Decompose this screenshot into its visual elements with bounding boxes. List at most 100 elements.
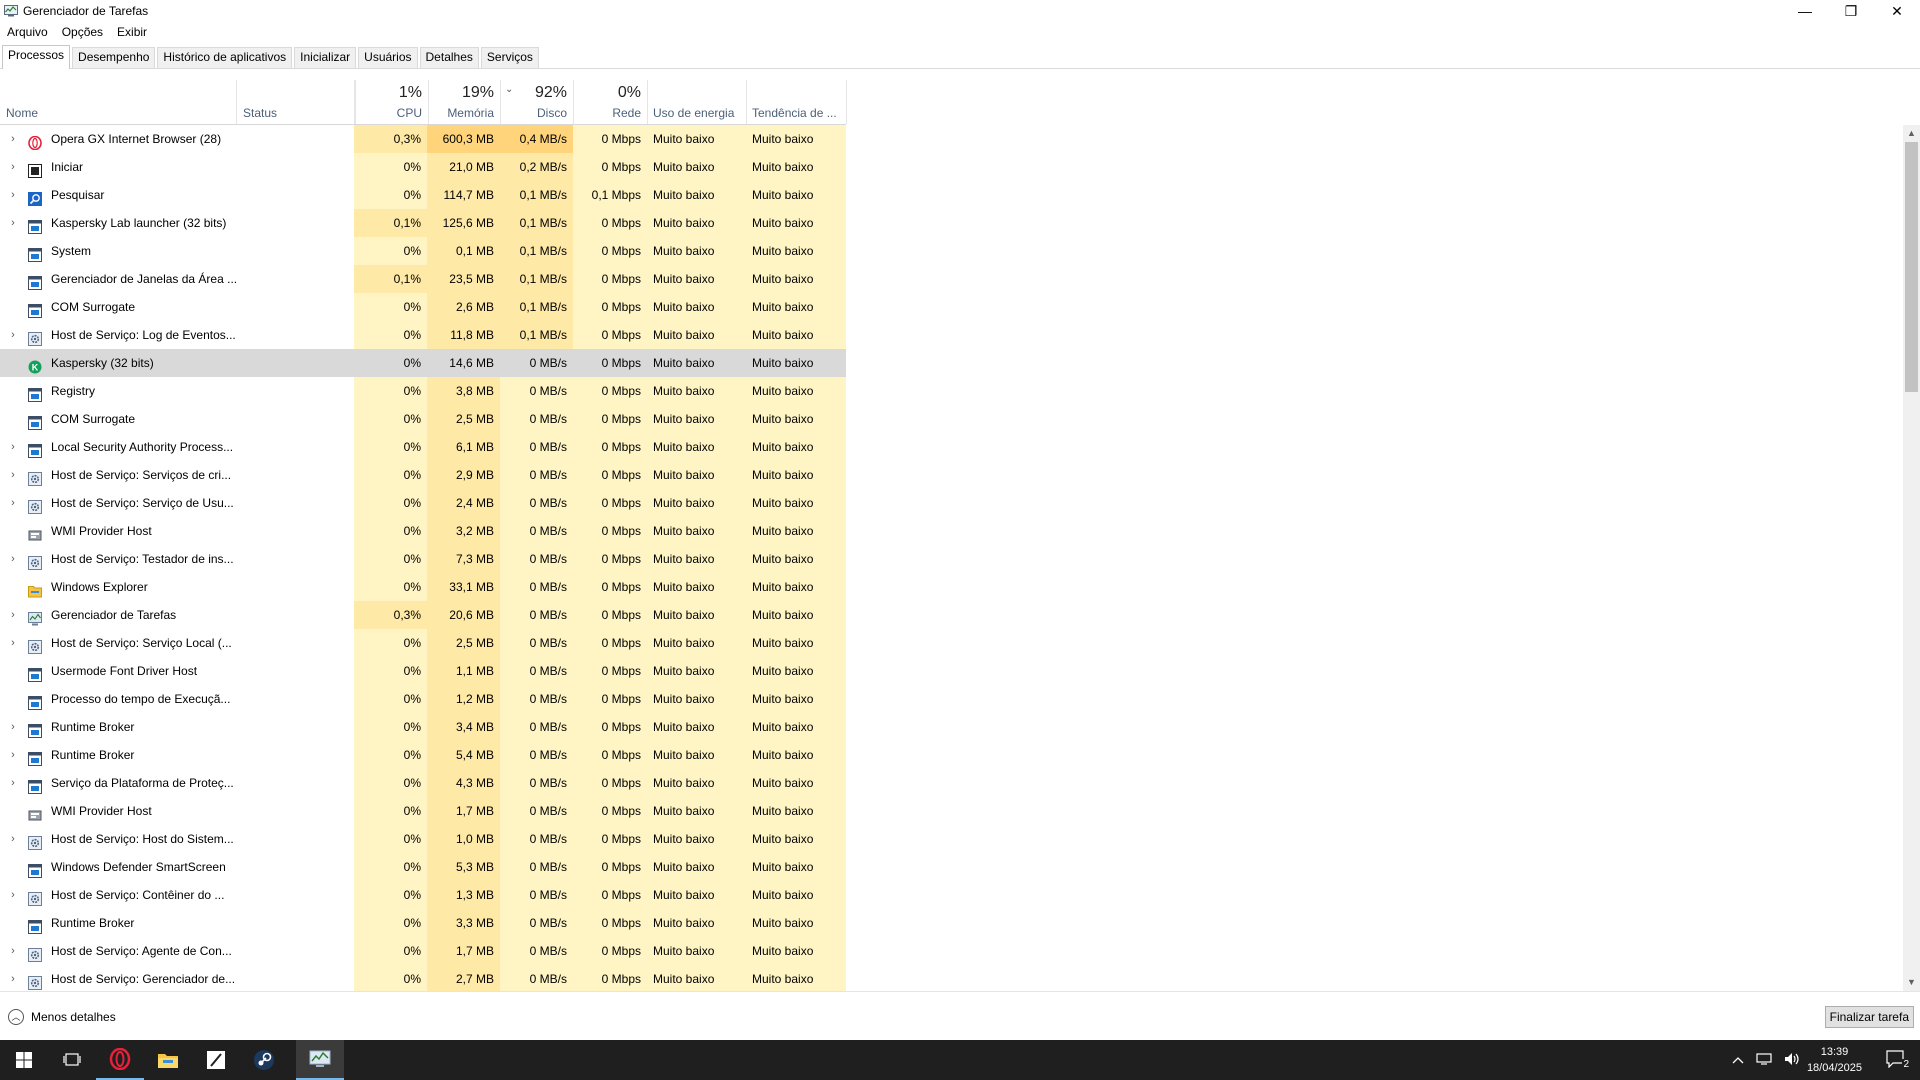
process-row[interactable]: Runtime Broker 0% 3,3 MB 0 MB/s 0 Mbps Muito …: [0, 909, 846, 937]
expand-chevron-right-icon[interactable]: ›: [8, 629, 18, 657]
process-row[interactable]: Windows Explorer 0% 33,1 MB 0 MB/s 0 Mbps Mui…: [0, 573, 846, 601]
minimize-button[interactable]: —: [1782, 0, 1828, 22]
menu-arquivo[interactable]: Arquivo: [0, 25, 55, 39]
scrollbar-thumb[interactable]: [1905, 142, 1918, 392]
header-name[interactable]: Nome: [0, 80, 236, 124]
network-cell: 0 Mbps: [573, 125, 647, 153]
end-task-button[interactable]: Finalizar tarefa: [1824, 1006, 1914, 1028]
steam-icon[interactable]: [240, 1040, 288, 1080]
process-row[interactable]: › Host de Serviço: Gerenciador de... 0% 2,7…: [0, 965, 846, 991]
process-row[interactable]: › Host de Serviço: Serviço de Usu... 0% 2,4…: [0, 489, 846, 517]
header-power[interactable]: Uso de energia: [647, 80, 747, 124]
process-row[interactable]: Gerenciador de Janelas da Área ... 0,1% 23…: [0, 265, 846, 293]
process-row[interactable]: › Host de Serviço: Agente de Con... 0% 1,7 …: [0, 937, 846, 965]
process-row[interactable]: Windows Defender SmartScreen 0% 5,3 MB 0 MB…: [0, 853, 846, 881]
process-row[interactable]: › Iniciar 0% 21,0 MB 0,2 MB/s 0 Mbps Muito bai…: [0, 153, 846, 181]
menu-exibir[interactable]: Exibir: [110, 25, 154, 39]
task-view-icon[interactable]: [48, 1040, 96, 1080]
tab-servicos[interactable]: Serviços: [480, 47, 539, 68]
network-cell: 0 Mbps: [573, 685, 647, 713]
vertical-scrollbar[interactable]: ▲ ▼: [1903, 125, 1920, 991]
header-memory[interactable]: 19% Memória: [427, 80, 501, 124]
file-explorer-icon[interactable]: [144, 1040, 192, 1080]
process-row[interactable]: › Opera GX Internet Browser (28) 0,3% 600,3…: [0, 125, 846, 153]
process-row[interactable]: › Pesquisar 0% 114,7 MB 0,1 MB/s 0,1 Mbps Muit…: [0, 181, 846, 209]
process-row[interactable]: Processo do tempo de Execuçã... 0% 1,2 MB 0…: [0, 685, 846, 713]
expand-chevron-right-icon[interactable]: ›: [8, 181, 18, 209]
gear-icon: [28, 552, 42, 570]
cpu-cell: 0%: [354, 629, 427, 657]
volume-icon[interactable]: [1784, 1052, 1800, 1069]
tab-desempenho[interactable]: Desempenho: [72, 47, 156, 68]
process-name-cell: › Host de Serviço: Host do Sistem...: [0, 825, 354, 853]
tab-processos[interactable]: Processos: [2, 45, 71, 69]
network-icon[interactable]: [1756, 1052, 1772, 1069]
expand-chevron-right-icon[interactable]: ›: [8, 433, 18, 461]
tab-inicializar[interactable]: Inicializar: [294, 47, 357, 68]
expand-chevron-right-icon[interactable]: ›: [8, 713, 18, 741]
notification-center-icon[interactable]: 2: [1886, 1050, 1910, 1070]
process-row[interactable]: › Host de Serviço: Host do Sistem... 0% 1,0…: [0, 825, 846, 853]
expand-chevron-right-icon[interactable]: ›: [8, 741, 18, 769]
process-row[interactable]: › Runtime Broker 0% 3,4 MB 0 MB/s 0 Mbps Muito…: [0, 713, 846, 741]
process-row[interactable]: System 0% 0,1 MB 0,1 MB/s 0 Mbps Muito baixo M…: [0, 237, 846, 265]
process-row[interactable]: › Runtime Broker 0% 5,4 MB 0 MB/s 0 Mbps Muito…: [0, 741, 846, 769]
process-name-cell: › Host de Serviço: Testador de ins...: [0, 545, 354, 573]
header-status[interactable]: Status: [236, 80, 356, 124]
process-row[interactable]: › Host de Serviço: Testador de ins... 0% 7,…: [0, 545, 846, 573]
tab-detalhes[interactable]: Detalhes: [419, 47, 479, 68]
expand-chevron-right-icon[interactable]: ›: [8, 489, 18, 517]
process-row[interactable]: Usermode Font Driver Host 0% 1,1 MB 0 MB/s 0…: [0, 657, 846, 685]
expand-chevron-right-icon[interactable]: ›: [8, 601, 18, 629]
power-trend-cell: Muito baixo: [746, 433, 846, 461]
power-trend-cell: Muito baixo: [746, 181, 846, 209]
process-name-cell: Runtime Broker: [0, 909, 354, 937]
process-row[interactable]: › Host de Serviço: Serviços de cri... 0% 2,…: [0, 461, 846, 489]
close-button[interactable]: ✕: [1874, 0, 1920, 22]
opera-gx-icon[interactable]: [96, 1040, 144, 1080]
gear-icon: [28, 468, 42, 486]
process-row[interactable]: › Gerenciador de Tarefas 0,3% 20,6 MB 0 MB/s…: [0, 601, 846, 629]
process-row[interactable]: › Host de Serviço: Log de Eventos... 0% 11,…: [0, 321, 846, 349]
process-row[interactable]: K Kaspersky (32 bits) 0% 14,6 MB 0 MB/s 0 Mbp…: [0, 349, 846, 377]
expand-chevron-right-icon[interactable]: ›: [8, 209, 18, 237]
tab-usuarios[interactable]: Usuários: [358, 47, 418, 68]
tab-historico[interactable]: Histórico de aplicativos: [157, 47, 293, 68]
process-row[interactable]: › Serviço da Plataforma de Proteç... 0% 4,3…: [0, 769, 846, 797]
taskbar-clock[interactable]: 13:39 18/04/2025: [1807, 1044, 1862, 1076]
expand-chevron-right-icon[interactable]: ›: [8, 769, 18, 797]
header-network[interactable]: 0% Rede: [573, 80, 648, 124]
expand-chevron-right-icon[interactable]: ›: [8, 825, 18, 853]
note-app-icon[interactable]: [192, 1040, 240, 1080]
process-row[interactable]: COM Surrogate 0% 2,6 MB 0,1 MB/s 0 Mbps Muito…: [0, 293, 846, 321]
expand-chevron-right-icon[interactable]: ›: [8, 125, 18, 153]
header-trend[interactable]: Tendência de ...: [746, 80, 847, 124]
process-row[interactable]: › Kaspersky Lab launcher (32 bits) 0,1% 125…: [0, 209, 846, 237]
process-row[interactable]: › Local Security Authority Process... 0% 6,…: [0, 433, 846, 461]
process-row[interactable]: › Host de Serviço: Serviço Local (... 0% 2,…: [0, 629, 846, 657]
process-row[interactable]: COM Surrogate 0% 2,5 MB 0 MB/s 0 Mbps Muito b…: [0, 405, 846, 433]
less-details-button[interactable]: ︿ Menos detalhes: [8, 1009, 116, 1025]
scroll-down-arrow-icon[interactable]: ▼: [1903, 974, 1920, 991]
process-row[interactable]: WMI Provider Host 0% 3,2 MB 0 MB/s 0 Mbps Mui…: [0, 517, 846, 545]
process-row[interactable]: › Host de Serviço: Contêiner do ... 0% 1,3 …: [0, 881, 846, 909]
header-status-label: Status: [243, 106, 278, 120]
process-row[interactable]: Registry 0% 3,8 MB 0 MB/s 0 Mbps Muito baixo M…: [0, 377, 846, 405]
expand-chevron-right-icon[interactable]: ›: [8, 461, 18, 489]
expand-chevron-right-icon[interactable]: ›: [8, 937, 18, 965]
scroll-up-arrow-icon[interactable]: ▲: [1903, 125, 1920, 142]
menu-opcoes[interactable]: Opções: [55, 25, 110, 39]
expand-chevron-right-icon[interactable]: ›: [8, 153, 18, 181]
task-manager-taskbar-icon[interactable]: [296, 1040, 344, 1080]
expand-chevron-right-icon[interactable]: ›: [8, 965, 18, 991]
expand-chevron-right-icon[interactable]: ›: [8, 545, 18, 573]
expand-chevron-right-icon[interactable]: ›: [8, 321, 18, 349]
expand-chevron-right-icon[interactable]: ›: [8, 881, 18, 909]
show-hidden-icons-chevron-up-icon[interactable]: [1732, 1053, 1744, 1067]
maximize-button[interactable]: ❐: [1828, 0, 1874, 22]
power-trend-cell: Muito baixo: [746, 965, 846, 991]
process-row[interactable]: WMI Provider Host 0% 1,7 MB 0 MB/s 0 Mbps Mui…: [0, 797, 846, 825]
power-trend-cell: Muito baixo: [746, 573, 846, 601]
windows-start-icon[interactable]: [0, 1040, 48, 1080]
header-cpu[interactable]: 1% CPU: [354, 80, 429, 124]
